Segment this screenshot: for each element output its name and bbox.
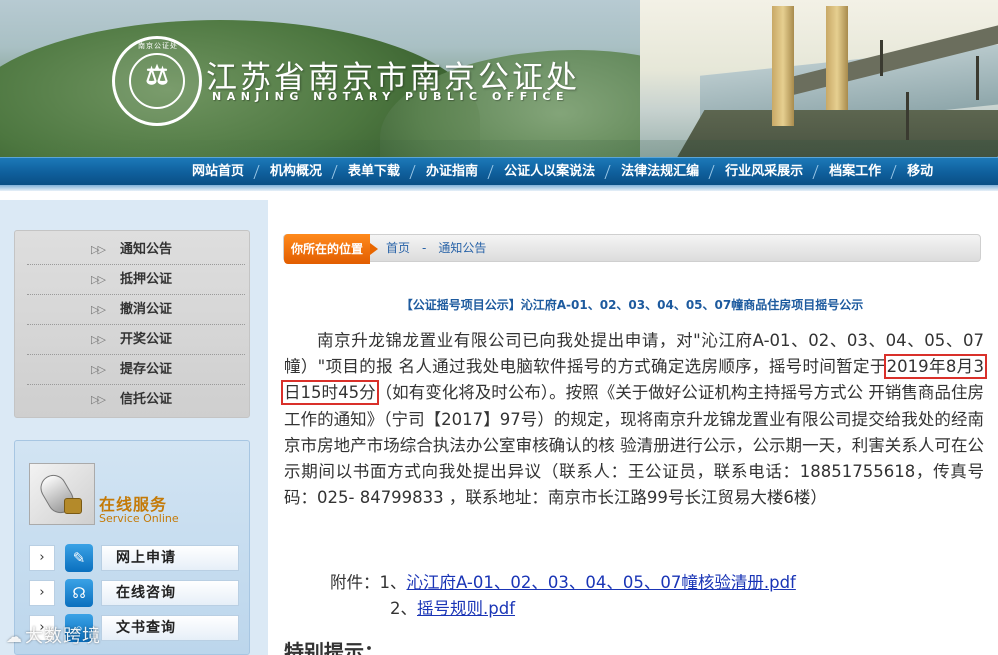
lamp-post-icon: [976, 56, 979, 100]
online-consult-button[interactable]: 在线咨询: [101, 580, 239, 606]
watermark: ☁ 大数跨境: [6, 622, 101, 648]
service-row-consult[interactable]: › ☊ 在线咨询: [29, 578, 239, 608]
nav-item-cases[interactable]: 公证人以案说法: [488, 158, 605, 186]
breadcrumb-separator: -: [422, 241, 427, 255]
menu-item-label: 通知公告: [120, 242, 173, 257]
lamp-post-icon: [906, 92, 909, 140]
lion-emblem-icon: ⚖: [145, 61, 169, 91]
service-row-apply[interactable]: › ✎ 网上申请: [29, 543, 239, 573]
breadcrumb-current-link[interactable]: 通知公告: [438, 241, 486, 255]
menu-item-label: 抵押公证: [120, 272, 173, 287]
nav-item-archives[interactable]: 档案工作: [813, 158, 891, 186]
site-banner: 南京公证处 ⚖ 江苏省南京市南京公证处 NANJING NOTARY PUBLI…: [0, 0, 998, 157]
sidebar: ▷▷ 通知公告 ▷▷ 抵押公证 ▷▷ 撤消公证 ▷▷ 开奖公证 ▷▷ 提存公证 …: [0, 200, 268, 655]
menu-item-mortgage[interactable]: ▷▷ 抵押公证: [27, 265, 245, 295]
bridge-tower-icon: [772, 6, 794, 126]
menu-item-lottery[interactable]: ▷▷ 开奖公证: [27, 325, 245, 355]
nav-item-guide[interactable]: 办证指南: [410, 158, 488, 186]
article-text-before: 南京升龙锦龙置业有限公司已向我处提出申请，对"沁江府A-01、02、03、04、…: [284, 331, 984, 377]
chat-bubble-icon: ☁: [6, 627, 23, 646]
service-subtitle: Service Online: [99, 512, 179, 525]
attachment-label: 附件：: [330, 573, 380, 592]
logo-ring-text: 南京公证处: [138, 42, 178, 50]
lock-shape: [64, 498, 82, 514]
menu-item-label: 撤消公证: [120, 302, 173, 317]
menu-item-label: 信托公证: [120, 392, 173, 407]
document-query-button[interactable]: 文书查询: [101, 615, 239, 641]
attachment-link-checklist[interactable]: 沁江府A-01、02、03、04、05、07幢核验清册.pdf: [407, 573, 796, 592]
headset-icon: ☊: [65, 579, 93, 607]
nav-item-about[interactable]: 机构概况: [254, 158, 332, 186]
menu-item-trust[interactable]: ▷▷ 信托公证: [27, 385, 245, 415]
double-arrow-icon: ▷▷: [91, 243, 106, 256]
breadcrumb-home-link[interactable]: 首页: [386, 241, 410, 255]
lamp-post-icon: [880, 40, 883, 76]
double-arrow-icon: ▷▷: [91, 393, 106, 406]
article-body: 南京升龙锦龙置业有限公司已向我处提出申请，对"沁江府A-01、02、03、04、…: [281, 328, 987, 511]
edit-icon: ✎: [65, 544, 93, 572]
site-subtitle: NANJING NOTARY PUBLIC OFFICE: [212, 90, 570, 103]
online-apply-button[interactable]: 网上申请: [101, 545, 239, 571]
breadcrumb-tag: 你所在的位置: [284, 234, 378, 264]
attachments: 附件：1、沁江府A-01、02、03、04、05、07幢核验清册.pdf 2、摇…: [330, 570, 796, 622]
watermark-text: 大数跨境: [25, 626, 101, 647]
breadcrumb: 你所在的位置 首页 - 通知公告: [283, 234, 981, 264]
double-arrow-icon: ▷▷: [91, 273, 106, 286]
main-nav: 网站首页 机构概况 表单下载 办证指南 公证人以案说法 法律法规汇编 行业风采展…: [0, 157, 998, 185]
article-title: 【公证摇号项目公示】沁江府A-01、02、03、04、05、07幢商品住房项目摇…: [400, 298, 864, 312]
menu-item-revocation[interactable]: ▷▷ 撤消公证: [27, 295, 245, 325]
attachment-row-1: 附件：1、沁江府A-01、02、03、04、05、07幢核验清册.pdf: [330, 570, 796, 596]
site-logo[interactable]: 南京公证处 ⚖: [112, 36, 202, 126]
special-notice-heading: 特别提示：: [284, 640, 384, 655]
menu-item-deposit[interactable]: ▷▷ 提存公证: [27, 355, 245, 385]
bridge-tower-icon: [826, 6, 848, 110]
nav-item-showcase[interactable]: 行业风采展示: [709, 158, 813, 186]
menu-item-label: 提存公证: [120, 362, 173, 377]
double-arrow-icon: ▷▷: [91, 363, 106, 376]
nav-item-forms[interactable]: 表单下载: [332, 158, 410, 186]
nav-item-home[interactable]: 网站首页: [176, 158, 254, 186]
attachment-row-2: 2、摇号规则.pdf: [330, 596, 796, 622]
banner-stripe: [0, 140, 998, 157]
double-arrow-icon: ▷▷: [91, 303, 106, 316]
attachment-number: 2、: [390, 599, 417, 618]
menu-item-label: 开奖公证: [120, 332, 173, 347]
double-arrow-icon: ▷▷: [91, 333, 106, 346]
category-menu: ▷▷ 通知公告 ▷▷ 抵押公证 ▷▷ 撤消公证 ▷▷ 开奖公证 ▷▷ 提存公证 …: [14, 230, 250, 418]
nav-item-laws[interactable]: 法律法规汇编: [605, 158, 709, 186]
article-text-after: （如有变化将及时公布）。按照《关于做好公证机构主持摇号方式公 开销售商品住房工作…: [284, 383, 985, 508]
nav-item-mobile[interactable]: 移动: [891, 158, 943, 186]
chevron-right-icon[interactable]: ›: [29, 580, 55, 606]
chevron-right-icon[interactable]: ›: [29, 545, 55, 571]
service-mouse-icon: [29, 463, 95, 525]
breadcrumb-links: 首页 - 通知公告: [386, 235, 486, 261]
attachment-link-rules[interactable]: 摇号规则.pdf: [417, 599, 515, 618]
attachment-number: 1、: [379, 573, 407, 592]
menu-item-notices[interactable]: ▷▷ 通知公告: [27, 235, 245, 265]
nav-shadow: [0, 185, 998, 191]
